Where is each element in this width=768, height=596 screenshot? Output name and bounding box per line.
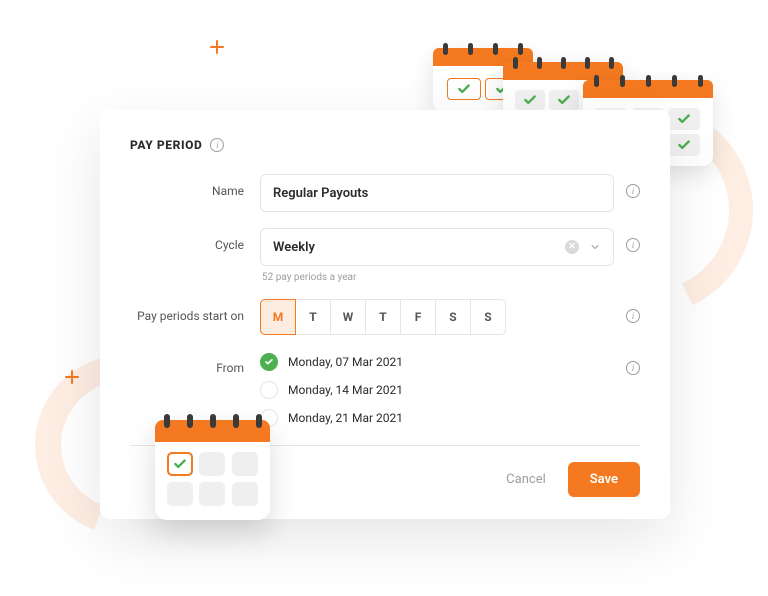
from-date-label: Monday, 14 Mar 2021: [288, 383, 403, 397]
info-icon[interactable]: [626, 238, 640, 252]
from-date-label: Monday, 21 Mar 2021: [288, 411, 403, 425]
info-icon[interactable]: [626, 309, 640, 323]
cycle-select[interactable]: Weekly ✕: [260, 228, 614, 266]
cancel-button[interactable]: Cancel: [500, 464, 552, 495]
day-option[interactable]: W: [330, 299, 366, 335]
from-date-option[interactable]: Monday, 21 Mar 2021: [260, 409, 614, 427]
clear-icon[interactable]: ✕: [565, 240, 579, 254]
info-icon[interactable]: [626, 184, 640, 198]
info-icon[interactable]: [626, 361, 640, 375]
from-label: From: [130, 351, 260, 375]
from-date-options: Monday, 07 Mar 2021 Monday, 14 Mar 2021 Mo…: [260, 351, 614, 427]
day-option[interactable]: F: [400, 299, 436, 335]
info-icon[interactable]: [210, 138, 224, 152]
cycle-hint: 52 pay periods a year: [262, 272, 614, 283]
day-option[interactable]: S: [435, 299, 471, 335]
calendar-illustration: [155, 420, 270, 520]
section-header: PAY PERIOD: [130, 138, 640, 152]
section-title: PAY PERIOD: [130, 138, 202, 152]
from-date-option[interactable]: Monday, 14 Mar 2021: [260, 381, 614, 399]
name-row: Name: [130, 174, 640, 212]
day-picker: MTWTFSS: [260, 299, 614, 335]
name-label: Name: [130, 174, 260, 198]
from-date-label: Monday, 07 Mar 2021: [288, 355, 403, 369]
day-option[interactable]: S: [470, 299, 506, 335]
save-button[interactable]: Save: [568, 462, 640, 497]
cycle-label: Cycle: [130, 228, 260, 252]
radio-checked-icon: [260, 353, 278, 371]
from-date-option[interactable]: Monday, 07 Mar 2021: [260, 353, 614, 371]
sparkle-icon: [210, 40, 224, 54]
chevron-down-icon: [589, 241, 601, 253]
cycle-select-value: Weekly: [273, 240, 315, 255]
name-input[interactable]: [260, 174, 614, 212]
radio-unchecked-icon: [260, 381, 278, 399]
sparkle-icon: [65, 370, 79, 384]
start-day-row: Pay periods start on MTWTFSS: [130, 299, 640, 335]
day-option[interactable]: M: [260, 299, 296, 335]
day-option[interactable]: T: [295, 299, 331, 335]
day-option[interactable]: T: [365, 299, 401, 335]
from-row: From Monday, 07 Mar 2021 Monday, 14 Mar 2…: [130, 351, 640, 427]
start-day-label: Pay periods start on: [130, 299, 260, 323]
cycle-row: Cycle Weekly ✕ 52 pay periods a year: [130, 228, 640, 283]
